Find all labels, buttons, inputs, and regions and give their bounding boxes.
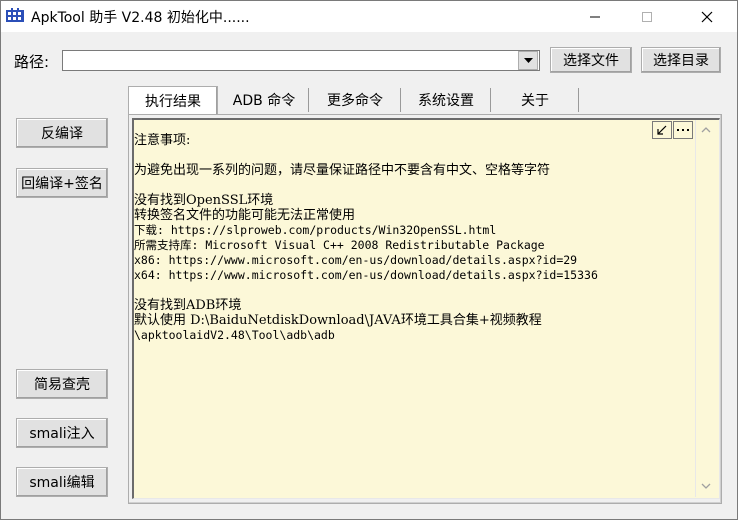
minimize-icon <box>590 16 600 17</box>
chevron-down-icon <box>701 483 711 489</box>
minimize-button[interactable] <box>572 1 618 32</box>
adb-path-line: \apktoolaidV2.48\Tool\adb\adb <box>134 328 335 342</box>
maximize-icon <box>642 11 652 22</box>
tab-system-settings[interactable]: 系统设置 <box>402 88 491 112</box>
adb-missing-line: 没有找到ADB环境 <box>134 298 242 313</box>
tab-execution-result[interactable]: 执行结果 <box>128 86 218 114</box>
openssl-missing-line: 没有找到OpenSSL环境 <box>134 193 274 208</box>
output-log: 注意事项: 为避免出现一系列的问题，请尽量保证路径中不要含有中文、空格等字符 没… <box>134 133 694 493</box>
smali-inject-button[interactable]: smali注入 <box>16 418 108 448</box>
scroll-down-button[interactable] <box>697 478 715 494</box>
path-input[interactable] <box>62 50 540 71</box>
openssl-warning-line: 转换签名文件的功能可能无法正常使用 <box>134 208 356 223</box>
smali-edit-button[interactable]: smali编辑 <box>16 467 108 497</box>
collapse-output-button[interactable] <box>652 121 672 139</box>
maximize-button[interactable] <box>624 1 670 32</box>
apktool-app-icon <box>6 8 24 24</box>
path-dropdown-button[interactable] <box>518 51 538 70</box>
decompile-button[interactable]: 反编译 <box>16 118 108 148</box>
openssl-download-line: 下载: https://slproweb.com/products/Win32O… <box>134 223 497 237</box>
close-button[interactable] <box>684 1 730 32</box>
tab-more-commands[interactable]: 更多命令 <box>310 88 401 112</box>
x86-download-line: x86: https://www.microsoft.com/en-us/dow… <box>134 253 578 267</box>
vc-redist-line: 所需支持库: Microsoft Visual C++ 2008 Redistr… <box>134 238 545 252</box>
check-packer-button[interactable]: 简易查壳 <box>16 369 108 399</box>
tab-about[interactable]: 关于 <box>492 88 579 112</box>
window-title: ApkTool 助手 V2.48 初始化中...... <box>31 10 250 26</box>
path-label: 路径: <box>14 53 50 71</box>
x64-download-line: x64: https://www.microsoft.com/en-us/dow… <box>134 268 598 282</box>
select-directory-button[interactable]: 选择目录 <box>641 47 721 73</box>
notice-body: 为避免出现一系列的问题，请尽量保证路径中不要含有中文、空格等字符 <box>134 163 551 178</box>
dropdown-arrow-icon <box>523 57 533 63</box>
more-options-button[interactable] <box>673 121 693 139</box>
ellipsis-icon <box>677 129 689 131</box>
recompile-sign-button[interactable]: 回编译+签名 <box>16 168 108 198</box>
chevron-up-icon <box>701 127 711 133</box>
close-icon <box>701 11 713 22</box>
notice-title: 注意事项: <box>134 133 191 148</box>
adb-default-line: 默认使用 D:\BaiduNetdiskDownload\JAVA环境工具合集+… <box>134 313 542 328</box>
output-scrollbar[interactable] <box>695 120 717 497</box>
tab-adb-commands[interactable]: ADB 命令 <box>220 88 309 112</box>
scroll-up-button[interactable] <box>697 122 715 138</box>
select-file-button[interactable]: 选择文件 <box>550 47 632 73</box>
arrow-down-left-icon <box>657 125 667 135</box>
